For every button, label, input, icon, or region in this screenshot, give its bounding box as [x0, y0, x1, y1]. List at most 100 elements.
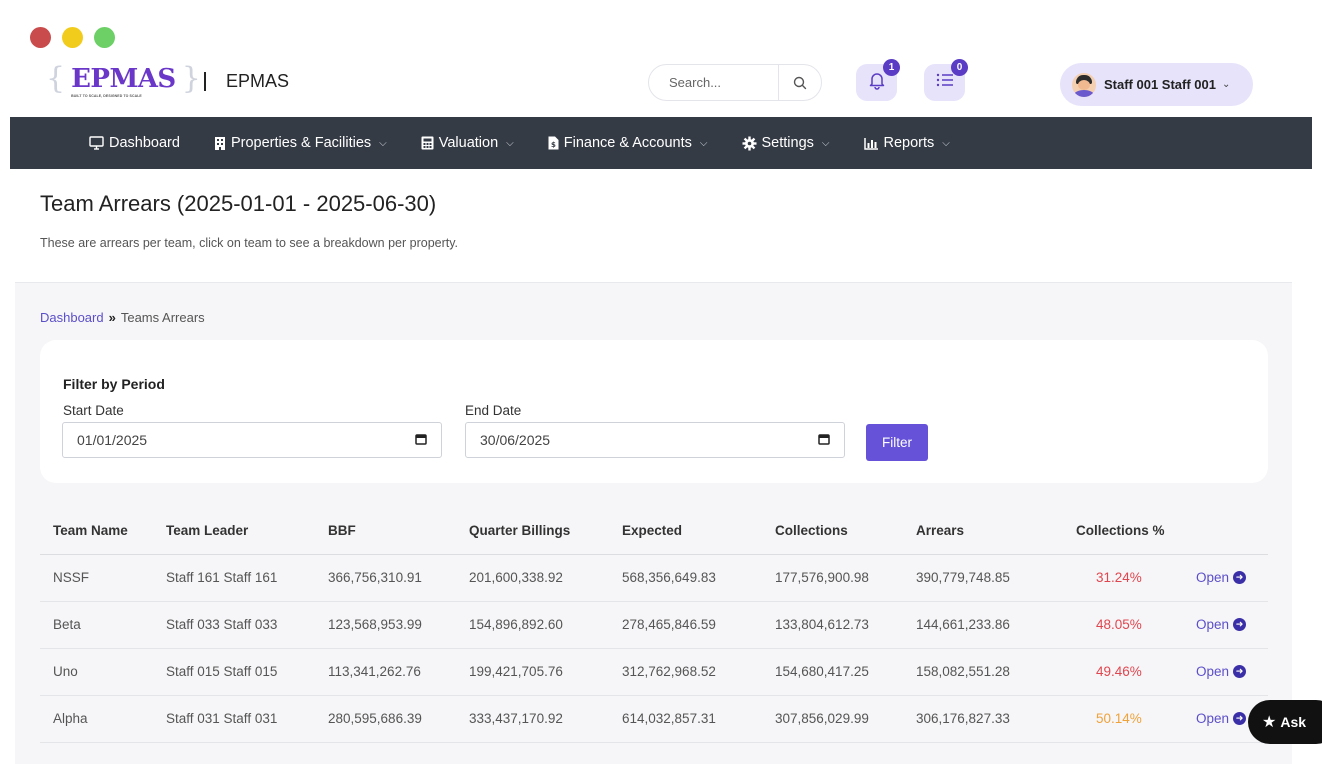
collections-value: 133,804,612.73 — [775, 601, 916, 649]
column-header[interactable]: Team Name — [40, 507, 166, 555]
arrears-value: 390,779,748.85 — [916, 554, 1076, 602]
expected-value: 312,762,968.52 — [622, 648, 775, 696]
column-header[interactable]: Quarter Billings — [469, 507, 622, 555]
column-header[interactable]: BBF — [328, 507, 469, 555]
expected-value: 568,356,649.83 — [622, 554, 775, 602]
collections-value: 177,576,900.98 — [775, 554, 916, 602]
collections-pct: 31.24% — [1076, 554, 1196, 602]
arrow-circle-right-icon: ➜ — [1233, 665, 1247, 678]
end-date-label: End Date — [465, 403, 522, 418]
bbf-value: 366,756,310.91 — [328, 554, 469, 602]
expected-value: 614,032,857.31 — [622, 695, 775, 743]
star-icon: ★ — [1262, 714, 1277, 731]
team-name[interactable]: NSSF — [40, 554, 166, 602]
svg-text:$: $ — [551, 141, 556, 149]
page-subtitle: These are arrears per team, click on tea… — [40, 236, 459, 250]
bell-icon — [867, 70, 887, 95]
breadcrumb-dashboard-link[interactable]: Dashboard — [40, 310, 104, 325]
minimize-window-button[interactable] — [62, 27, 83, 48]
end-date-value: 30/06/2025 — [480, 432, 551, 448]
page-title: Team Arrears (2025-01-01 - 2025-06-30) — [40, 191, 437, 216]
team-leader: Staff 033 Staff 033 — [166, 601, 328, 649]
close-window-button[interactable] — [30, 27, 51, 48]
arrears-value: 144,661,233.86 — [916, 601, 1076, 649]
chart-icon — [863, 137, 879, 150]
list-icon — [935, 71, 955, 94]
table-row[interactable]: NSSF Staff 161 Staff 161 366,756,310.91 … — [40, 554, 1268, 602]
breadcrumb-current: Teams Arrears — [120, 310, 205, 325]
column-header[interactable]: Collections % — [1076, 507, 1196, 555]
column-header[interactable]: Expected — [622, 507, 775, 555]
column-header[interactable]: Collections — [775, 507, 916, 555]
team-name[interactable]: Uno — [40, 648, 166, 696]
user-name: Staff 001 Staff 001 — [1104, 77, 1216, 92]
user-menu[interactable]: Staff 001 Staff 001 ⌄ — [1060, 63, 1253, 106]
monitor-icon — [89, 136, 104, 150]
team-name[interactable]: Alpha — [40, 695, 166, 743]
open-link[interactable]: Open ➜ — [1196, 617, 1268, 632]
window-controls — [30, 27, 115, 48]
notifications-badge: 1 — [883, 59, 900, 76]
gear-icon — [742, 136, 757, 151]
nav-item-finance[interactable]: $ Finance & Accounts ⌵ — [548, 135, 708, 151]
table-row[interactable]: Alpha Staff 031 Staff 031 280,595,686.39… — [40, 695, 1268, 743]
header-divider — [204, 72, 206, 91]
file-invoice-icon: $ — [548, 136, 559, 150]
quarter-billings-value: 154,896,892.60 — [469, 601, 622, 649]
nav-item-properties[interactable]: Properties & Facilities ⌵ — [214, 135, 387, 151]
notifications-button[interactable]: 1 — [856, 59, 900, 101]
collections-pct: 49.46% — [1076, 648, 1196, 696]
nav-item-valuation[interactable]: Valuation ⌵ — [421, 135, 514, 151]
collections-pct: 48.05% — [1076, 601, 1196, 649]
end-date-input[interactable]: 30/06/2025 — [465, 422, 845, 458]
chevron-down-icon: ⌵ — [942, 137, 950, 149]
collections-pct: 50.14% — [1076, 695, 1196, 743]
team-leader: Staff 031 Staff 031 — [166, 695, 328, 743]
breadcrumb-separator: » — [108, 310, 116, 325]
calendar-icon[interactable] — [415, 432, 427, 448]
arrears-table: Team Name Team Leader BBF Quarter Billin… — [40, 507, 1268, 743]
nav-item-settings[interactable]: Settings ⌵ — [742, 135, 830, 151]
table-row[interactable]: Beta Staff 033 Staff 033 123,568,953.99 … — [40, 601, 1268, 649]
team-leader: Staff 161 Staff 161 — [166, 554, 328, 602]
column-header[interactable]: Arrears — [916, 507, 1076, 555]
breadcrumb: Dashboard » Teams Arrears — [40, 310, 205, 325]
maximize-window-button[interactable] — [94, 27, 115, 48]
collections-value: 154,680,417.25 — [775, 648, 916, 696]
main-nav: Dashboard Properties & Facilities ⌵ Valu… — [10, 117, 1312, 169]
arrow-circle-right-icon: ➜ — [1233, 618, 1247, 631]
search-input[interactable] — [649, 65, 779, 100]
open-link[interactable]: Open ➜ — [1196, 664, 1268, 679]
chevron-down-icon: ⌵ — [379, 137, 387, 149]
top-header: { EPMAS BUILT TO SCALE, DESIGNED TO SCALE… — [10, 58, 1312, 116]
nav-item-dashboard[interactable]: Dashboard — [89, 135, 180, 151]
quarter-billings-value: 333,437,170.92 — [469, 695, 622, 743]
table-row[interactable]: Uno Staff 015 Staff 015 113,341,262.76 1… — [40, 648, 1268, 696]
column-header[interactable]: Team Leader — [166, 507, 328, 555]
column-header — [1196, 507, 1268, 555]
calendar-icon[interactable] — [818, 432, 830, 448]
ask-assistant-button[interactable]: ★ Ask — [1248, 700, 1322, 744]
search-icon[interactable] — [779, 76, 821, 90]
start-date-input[interactable]: 01/01/2025 — [62, 422, 442, 458]
chevron-down-icon: ⌄ — [1222, 79, 1231, 90]
nav-item-reports[interactable]: Reports ⌵ — [863, 135, 950, 151]
app-name: EPMAS — [226, 71, 290, 91]
bbf-value: 113,341,262.76 — [328, 648, 469, 696]
tasks-button[interactable]: 0 — [924, 59, 968, 101]
collections-value: 307,856,029.99 — [775, 695, 916, 743]
table-header-row: Team Name Team Leader BBF Quarter Billin… — [40, 507, 1268, 555]
open-link[interactable]: Open ➜ — [1196, 570, 1268, 585]
arrow-circle-right-icon: ➜ — [1233, 571, 1247, 584]
chevron-down-icon: ⌵ — [821, 137, 830, 149]
expected-value: 278,465,846.59 — [622, 601, 775, 649]
search-box — [648, 64, 822, 101]
filter-button[interactable]: Filter — [866, 424, 928, 461]
chevron-down-icon: ⌵ — [506, 137, 514, 149]
logo[interactable]: { EPMAS BUILT TO SCALE, DESIGNED TO SCALE… — [46, 64, 201, 99]
bbf-value: 123,568,953.99 — [328, 601, 469, 649]
team-name[interactable]: Beta — [40, 601, 166, 649]
filter-title: Filter by Period — [63, 376, 165, 392]
main-content: Team Arrears (2025-01-01 - 2025-06-30) T… — [15, 169, 1292, 764]
quarter-billings-value: 201,600,338.92 — [469, 554, 622, 602]
